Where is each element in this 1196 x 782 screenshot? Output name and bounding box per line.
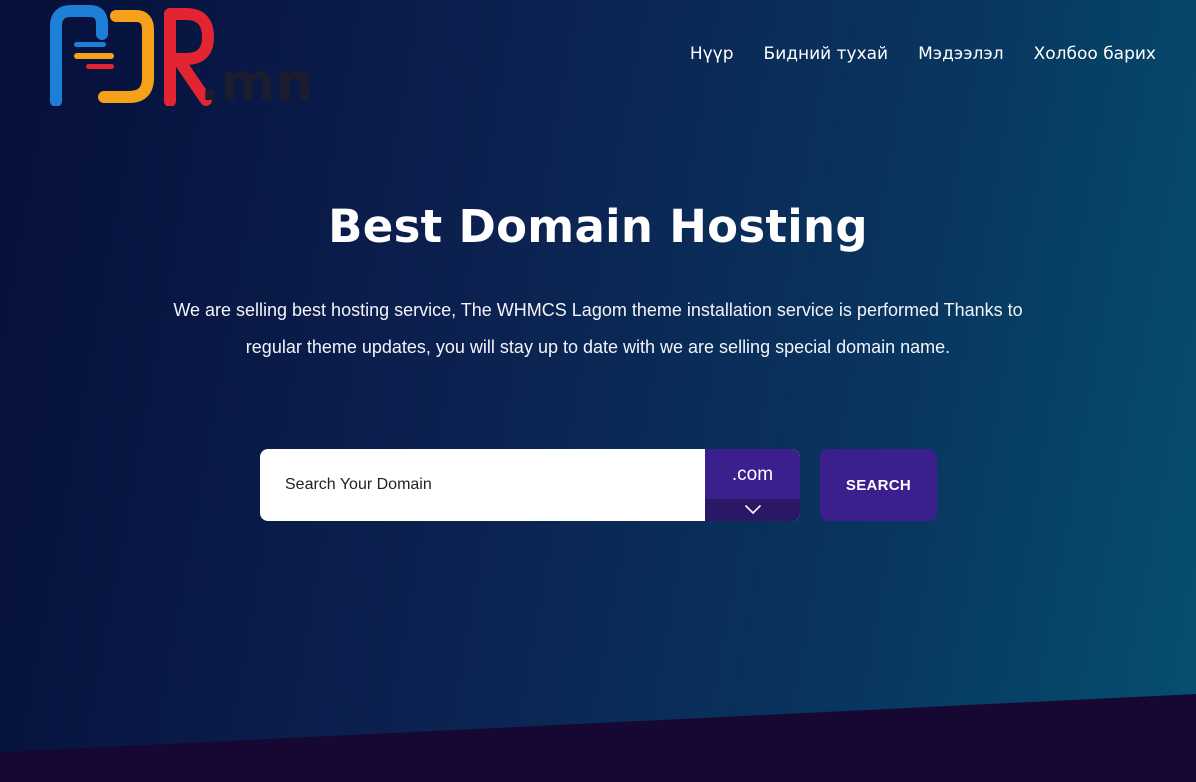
domain-search-input[interactable] — [260, 449, 705, 521]
logo-icon: .mn — [50, 5, 313, 113]
domain-search-box: .com — [260, 449, 800, 521]
tld-select[interactable]: .com — [705, 449, 800, 521]
nav-item-home[interactable]: Нүүр — [690, 44, 734, 64]
search-button[interactable]: SEARCH — [820, 449, 937, 521]
bottom-wave-band — [0, 694, 1196, 782]
site-logo[interactable]: .mn — [50, 4, 313, 113]
nav-item-about[interactable]: Бидний тухай — [764, 44, 889, 64]
nav-item-news[interactable]: Мэдээлэл — [918, 44, 1003, 64]
tld-dropdown-toggle[interactable] — [705, 499, 800, 521]
hero-title: Best Domain Hosting — [328, 200, 868, 253]
tld-selected-value: .com — [705, 449, 800, 499]
nav-item-contact[interactable]: Холбоо барих — [1034, 44, 1156, 64]
hero-description: We are selling best hosting service, The… — [173, 300, 1023, 357]
main-nav: Нүүр Бидний тухай Мэдээлэл Холбоо барих — [690, 44, 1156, 64]
chevron-down-icon — [744, 505, 761, 514]
logo-text: .mn — [200, 53, 312, 106]
